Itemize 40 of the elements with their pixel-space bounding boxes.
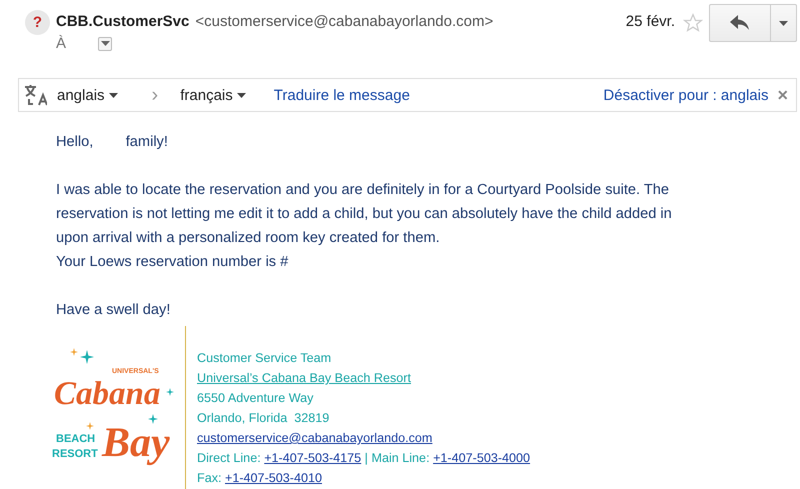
sparkle-icon: [86, 422, 94, 430]
target-language-dropdown[interactable]: français: [180, 86, 246, 104]
star-icon[interactable]: [683, 13, 703, 33]
close-button[interactable]: ×: [777, 84, 788, 106]
reply-icon: [730, 15, 750, 31]
signature-line: Direct Line: +1-407-503-4175 | Main Line: +1-407-503-4000: [197, 450, 530, 467]
logo-text: Cabana: [54, 378, 160, 411]
signature-link[interactable]: +1-407-503-4000: [433, 451, 530, 465]
caret-icon: [108, 92, 118, 98]
sender-email: <customerservice@cabanabayorlando.com>: [195, 13, 494, 30]
message-paragraph: I was able to locate the reservation and you are definitely in for a Courtyard Poolside suite. The reservation is not letting me edit it to add a child, but you can absolutely have the child added in upon arrival with a personalized room key created for them. Your Loews reservation number is #: [56, 181, 673, 272]
signature-line: 6550 Adventure Way: [197, 390, 314, 407]
signature-line: Fax: +1-407-503-4010: [197, 470, 323, 487]
caret-icon: [100, 41, 110, 46]
signature-link[interactable]: +1-407-503-4175: [264, 451, 362, 465]
translate-link[interactable]: Traduire le message: [274, 86, 410, 104]
recipient-label: À: [56, 35, 66, 52]
message-paragraph: Have a swell day!: [56, 301, 172, 320]
caret-icon: [236, 92, 246, 98]
logo-text: RESORT: [52, 449, 98, 460]
avatar: ?: [25, 10, 50, 35]
sender-name: CBB.CustomerSvc: [56, 13, 190, 30]
caret-icon: [779, 20, 788, 26]
sparkle-icon: [70, 348, 78, 356]
signature-line: Orlando, Florida 32819: [197, 410, 330, 427]
sparkle-icon: [80, 350, 94, 364]
date: 25 févr.: [626, 13, 675, 30]
sparkle-icon: [166, 388, 174, 396]
details-dropdown[interactable]: [98, 36, 112, 50]
sparkle-icon: [148, 414, 158, 424]
logo-text: BEACH: [56, 434, 96, 445]
signature-link[interactable]: +1-407-503-4010: [225, 471, 322, 485]
signature-line: Customer Service Team: [197, 350, 332, 367]
disable-link[interactable]: Désactiver pour : anglais: [603, 86, 768, 104]
message-paragraph: Hello, family!: [56, 133, 169, 152]
separator-glyph: ›: [152, 84, 158, 106]
signature-link[interactable]: customerservice@cabanabayorlando.com: [197, 431, 432, 445]
translate-icon: [23, 83, 47, 107]
source-language-dropdown[interactable]: anglais: [57, 86, 118, 104]
logo-text: Bay: [102, 422, 170, 464]
